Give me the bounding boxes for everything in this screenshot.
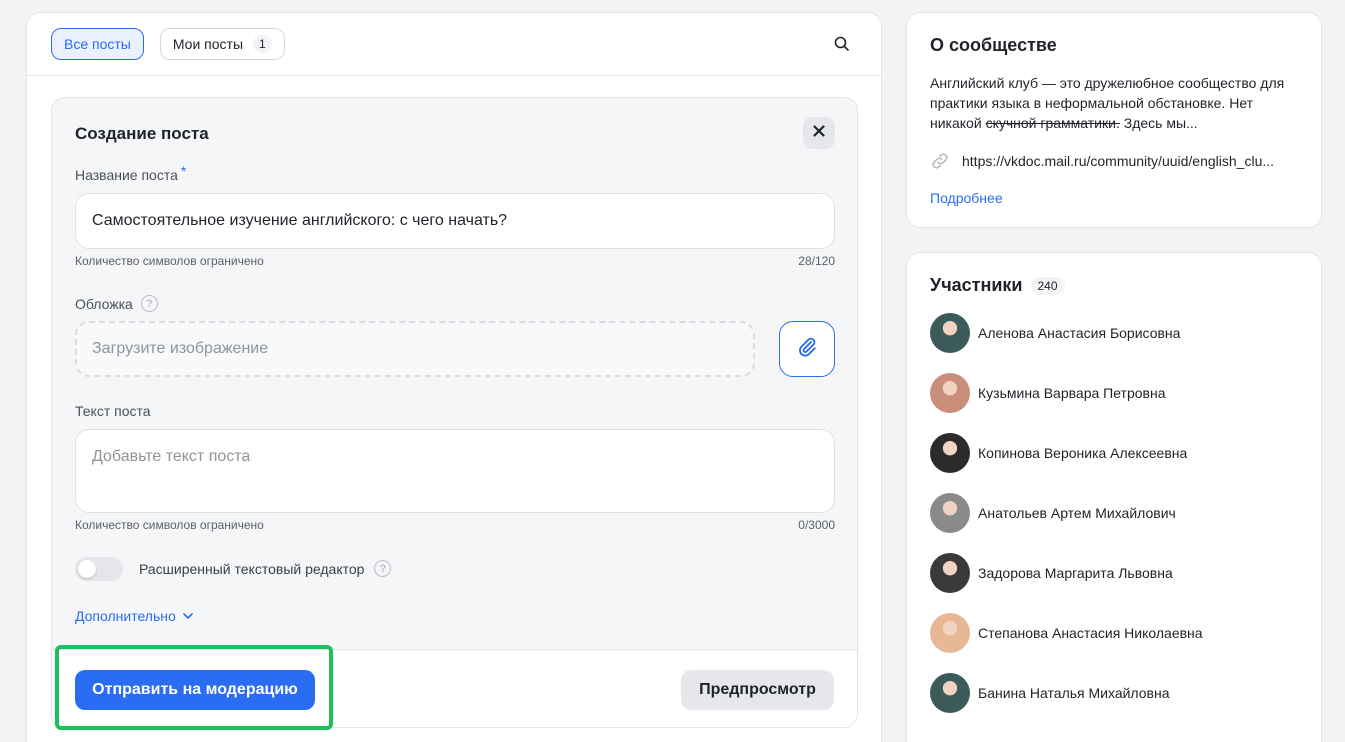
create-post-footer: Отправить на модерацию Предпросмотр <box>52 649 857 727</box>
toggle-knob <box>78 560 96 578</box>
feed-card: Все посты Мои посты 1 Создание поста Наз… <box>26 12 882 742</box>
member-name: Степанова Анастасия Николаевна <box>978 625 1203 641</box>
member-item[interactable]: Степанова Анастасия Николаевна <box>930 613 1203 653</box>
member-name: Копинова Вероника Алексеевна <box>978 445 1188 461</box>
post-name-hint: Количество символов ограничено <box>75 254 264 268</box>
post-name-counter: 28/120 <box>798 254 835 268</box>
member-name: Банина Наталья Михайловна <box>978 685 1170 701</box>
avatar <box>930 553 970 593</box>
member-name: Задорова Маргарита Львовна <box>978 565 1173 581</box>
post-text-hint: Количество символов ограничено <box>75 518 264 532</box>
rich-editor-toggle[interactable] <box>75 557 123 581</box>
cover-placeholder: Загрузите изображение <box>92 340 269 357</box>
close-icon <box>813 124 825 142</box>
more-options-label: Дополнительно <box>75 608 176 624</box>
member-item[interactable]: Кузьмина Варвара Петровна <box>930 373 1165 413</box>
post-name-label: Название поста * <box>75 163 187 183</box>
member-item[interactable]: Анатольев Артем Михайлович <box>930 493 1176 533</box>
cover-upload-area[interactable]: Загрузите изображение <box>75 321 755 377</box>
create-post-panel: Создание поста Название поста * Самостоят… <box>51 97 858 728</box>
link-icon <box>930 151 950 171</box>
about-community-card: О сообществе Английский клуб — это друже… <box>906 12 1322 228</box>
attach-button[interactable] <box>779 321 835 377</box>
tab-my-posts[interactable]: Мои посты 1 <box>159 28 285 60</box>
community-link-text: https://vkdoc.mail.ru/community/uuid/eng… <box>962 153 1275 169</box>
create-post-title: Создание поста <box>75 124 209 143</box>
post-text-placeholder: Добавьте текст поста <box>92 448 251 465</box>
tab-all-posts[interactable]: Все посты <box>51 28 144 60</box>
avatar <box>930 673 970 713</box>
post-text-counter: 0/3000 <box>798 518 835 532</box>
close-button[interactable] <box>803 117 835 149</box>
about-title: О сообществе <box>930 35 1057 55</box>
member-item[interactable]: Задорова Маргарита Львовна <box>930 553 1173 593</box>
avatar <box>930 373 970 413</box>
chevron-down-icon <box>182 613 193 619</box>
tab-my-posts-count: 1 <box>253 35 272 53</box>
required-mark: * <box>180 163 187 179</box>
members-count: 240 <box>1030 276 1065 295</box>
tabs-bar: Все посты Мои посты 1 <box>27 13 881 76</box>
about-description-strike: скучной грамматики. <box>985 115 1120 131</box>
post-name-value: Самостоятельное изучение английского: с … <box>92 212 508 229</box>
members-card: Участники 240 Аленова Анастасия Борисовн… <box>906 252 1322 742</box>
rich-editor-label: Расширенный текстовый редактор ? <box>139 560 392 577</box>
avatar <box>930 313 970 353</box>
avatar <box>930 493 970 533</box>
post-text-label: Текст поста <box>75 403 151 419</box>
about-description: Английский клуб — это дружелюбное сообще… <box>930 75 1285 131</box>
member-item[interactable]: Аленова Анастасия Борисовна <box>930 313 1180 353</box>
submit-moderation-button[interactable]: Отправить на модерацию <box>75 670 315 710</box>
cover-label: Обложка ? <box>75 295 158 312</box>
post-name-hint-row: Количество символов ограничено 28/120 <box>75 254 835 268</box>
post-name-input[interactable]: Самостоятельное изучение английского: с … <box>75 193 835 249</box>
member-item[interactable]: Копинова Вероника Алексеевна <box>930 433 1187 473</box>
avatar <box>930 613 970 653</box>
tab-my-posts-label: Мои посты <box>172 36 244 52</box>
post-text-hint-row: Количество символов ограничено 0/3000 <box>75 518 835 532</box>
member-name: Аленова Анастасия Борисовна <box>978 325 1181 341</box>
member-name: Кузьмина Варвара Петровна <box>978 385 1166 401</box>
preview-button[interactable]: Предпросмотр <box>681 670 834 710</box>
help-icon[interactable]: ? <box>374 560 392 577</box>
tab-all-posts-label: Все посты <box>64 36 131 52</box>
search-icon[interactable] <box>833 35 851 53</box>
member-item[interactable]: Банина Наталья Михайловна <box>930 673 1170 713</box>
members-title: Участники 240 <box>930 275 1065 296</box>
avatar <box>930 433 970 473</box>
help-icon[interactable]: ? <box>140 295 158 312</box>
member-name: Анатольев Артем Михайлович <box>978 505 1176 521</box>
community-link[interactable]: https://vkdoc.mail.ru/community/uuid/eng… <box>930 151 1305 171</box>
post-text-area[interactable]: Добавьте текст поста <box>75 429 835 513</box>
paperclip-icon <box>796 336 818 363</box>
more-options-link[interactable]: Дополнительно <box>75 608 193 624</box>
about-more-link[interactable]: Подробнее <box>930 190 1003 206</box>
